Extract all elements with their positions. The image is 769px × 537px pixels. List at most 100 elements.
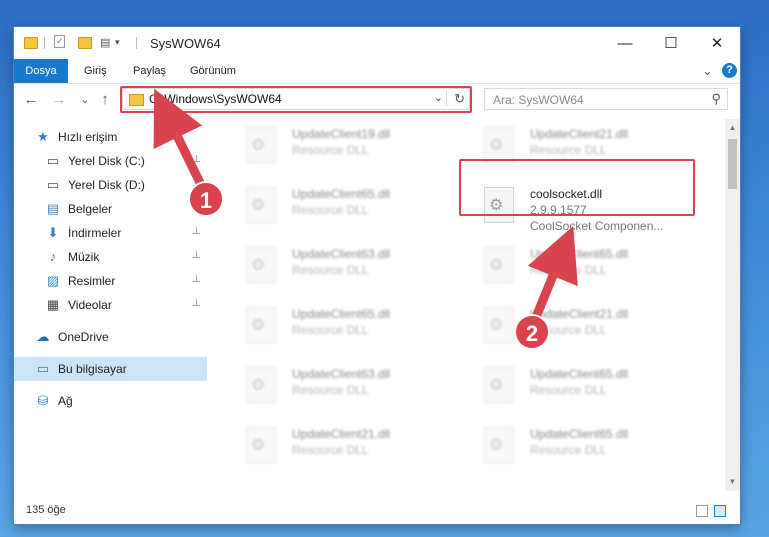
pin-icon[interactable]: ⊥ — [192, 274, 201, 285]
search-box[interactable]: Ara: SysWOW64 ⚲ — [484, 88, 728, 110]
maximize-button[interactable]: ☐ — [648, 27, 694, 59]
file-type: Resource DLL — [292, 263, 369, 277]
sidebar-item[interactable]: ♪ Müzik ⊥ — [14, 245, 207, 269]
gear-icon: ⚙ — [251, 137, 266, 154]
documents-icon: ▤ — [46, 201, 60, 216]
file-description: CoolSocket Componen... — [530, 219, 664, 233]
tab-share[interactable]: Paylaş — [133, 59, 166, 83]
file-name: UpdateClient65.dll — [530, 427, 629, 441]
dll-file-icon: ⚙ — [246, 427, 276, 463]
download-icon: ⬇ — [47, 225, 59, 240]
video-icon: ▦ — [46, 297, 60, 312]
music-icon: ♪ — [49, 249, 57, 264]
forward-button[interactable]: → — [50, 90, 68, 110]
pin-icon[interactable]: ⊥ — [192, 226, 201, 237]
file-item[interactable]: ⚙ UpdateClient65.dll Resource DLL — [470, 243, 700, 293]
ribbon-tabs: Dosya Giriş Paylaş Görünüm ⌄ ? — [14, 59, 740, 84]
file-explorer-window: ✓ ▤ ▾ SysWOW64 — ☐ ✕ Dosya Giriş Paylaş … — [14, 27, 740, 524]
sidebar-item[interactable]: ⛁ Ağ — [14, 389, 207, 413]
computer-icon: ▭ — [36, 361, 50, 376]
vertical-scrollbar[interactable]: ▲ ▼ — [725, 119, 740, 491]
file-type: Resource DLL — [530, 143, 607, 157]
gear-icon: ⚙ — [489, 137, 504, 154]
file-item[interactable]: ⚙ UpdateClient65.dll Resource DLL — [470, 363, 700, 413]
large-icons-view-icon[interactable] — [714, 505, 726, 517]
file-highlight-box — [459, 159, 695, 216]
file-name: UpdateClient65.dll — [530, 367, 629, 381]
details-view-icon[interactable] — [696, 505, 708, 517]
file-type: Resource DLL — [530, 383, 607, 397]
scroll-up-icon[interactable]: ▲ — [725, 121, 740, 135]
sidebar-item[interactable]: ▭ Yerel Disk (C:) ⊥ — [14, 149, 207, 173]
help-icon[interactable]: ? — [722, 63, 737, 78]
gear-icon: ⚙ — [489, 257, 504, 274]
file-item[interactable]: ⚙ UpdateClient21.dll Resource DLL — [232, 423, 462, 473]
dropdown-arrow-icon[interactable]: ▾ — [115, 37, 129, 51]
file-item[interactable]: ⚙ UpdateClient19.dll Resource DLL — [232, 123, 462, 173]
tab-view[interactable]: Görünüm — [190, 59, 236, 83]
scrollbar-thumb[interactable] — [728, 139, 737, 189]
sidebar-item[interactable]: ▭ Bu bilgisayar — [14, 357, 207, 381]
file-item[interactable]: ⚙ UpdateClient21.dll Resource DLL — [470, 303, 700, 353]
file-type: Resource DLL — [292, 323, 369, 337]
search-icon[interactable]: ⚲ — [711, 91, 721, 107]
tab-home[interactable]: Giriş — [84, 59, 107, 83]
sidebar-item[interactable]: ★ Hızlı erişim — [14, 125, 207, 149]
file-type: Resource DLL — [530, 263, 607, 277]
tab-file[interactable]: Dosya — [14, 59, 68, 83]
drive-icon: ▭ — [46, 177, 60, 192]
file-type: Resource DLL — [292, 383, 369, 397]
callout-2: 2 — [514, 314, 550, 350]
gear-icon: ⚙ — [489, 377, 504, 394]
status-bar: 135 öğe — [14, 499, 740, 523]
scroll-down-icon[interactable]: ▼ — [725, 475, 740, 489]
pictures-icon: ▨ — [46, 273, 60, 288]
file-item[interactable]: ⚙ UpdateClient65.dll Resource DLL — [232, 303, 462, 353]
file-name: UpdateClient65.dll — [292, 307, 391, 321]
pin-icon[interactable]: ⊥ — [192, 298, 201, 309]
gear-icon: ⚙ — [251, 317, 266, 334]
sidebar-item[interactable]: ⬇ İndirmeler ⊥ — [14, 221, 207, 245]
sidebar-item[interactable]: ▦ Videolar ⊥ — [14, 293, 207, 317]
sidebar-item[interactable]: ☁ OneDrive — [14, 325, 207, 349]
pin-icon[interactable]: ⊥ — [192, 154, 201, 165]
sidebar-item-label: İndirmeler — [68, 226, 122, 240]
sidebar-item[interactable]: ▭Yerel Disk (D:)⊥ — [14, 173, 207, 197]
file-type: Resource DLL — [292, 143, 369, 157]
file-item[interactable]: ⚙ UpdateClient65.dll Resource DLL — [470, 423, 700, 473]
sidebar-item[interactable]: ▤Belgeler⊥ — [14, 197, 207, 221]
close-button[interactable]: ✕ — [694, 27, 740, 59]
file-item[interactable]: ⚙ UpdateClient65.dll Resource DLL — [232, 183, 462, 233]
gear-icon: ⚙ — [489, 317, 504, 334]
gear-icon: ⚙ — [251, 257, 266, 274]
sidebar-item-label: Yerel Disk (D:) — [68, 178, 145, 192]
ribbon-expand-icon[interactable]: ⌄ — [702, 59, 713, 83]
minimize-button[interactable]: — — [602, 27, 648, 59]
dll-file-icon: ⚙ — [484, 127, 514, 163]
star-icon: ★ — [37, 129, 49, 144]
sidebar-item-label: Müzik — [68, 250, 100, 264]
new-folder-icon[interactable] — [78, 37, 92, 49]
dll-file-icon: ⚙ — [246, 127, 276, 163]
file-name: UpdateClient65.dll — [292, 187, 391, 201]
file-name: UpdateClient19.dll — [292, 127, 391, 141]
back-button[interactable]: ← — [22, 90, 40, 110]
navigation-bar: ← → ⌄ ↑ C:\Windows\SysWOW64 ⌄ ↻ Ara: Sys… — [14, 84, 740, 116]
dll-file-icon: ⚙ — [246, 367, 276, 403]
sidebar-item-label: Belgeler — [68, 202, 113, 216]
file-item[interactable]: ⚙ UpdateClient63.dll Resource DLL — [232, 243, 462, 293]
dll-file-icon: ⚙ — [484, 247, 514, 283]
drive-icon: ▭ — [46, 153, 60, 168]
dll-file-icon: ⚙ — [246, 187, 276, 223]
sidebar-item[interactable]: ▨ Resimler ⊥ — [14, 269, 207, 293]
divider — [136, 37, 137, 49]
dll-file-icon: ⚙ — [484, 307, 514, 343]
up-button[interactable]: ↑ — [96, 90, 114, 110]
pin-icon[interactable]: ⊥ — [192, 250, 201, 261]
recent-locations-button[interactable]: ⌄ — [76, 90, 94, 110]
file-type: Resource DLL — [292, 443, 369, 457]
item-count: 135 öğe — [26, 504, 66, 516]
file-item[interactable]: ⚙ UpdateClient63.dll Resource DLL — [232, 363, 462, 413]
customize-toolbar-icon[interactable]: ▤ — [100, 36, 114, 50]
properties-icon[interactable]: ✓ — [54, 35, 65, 48]
